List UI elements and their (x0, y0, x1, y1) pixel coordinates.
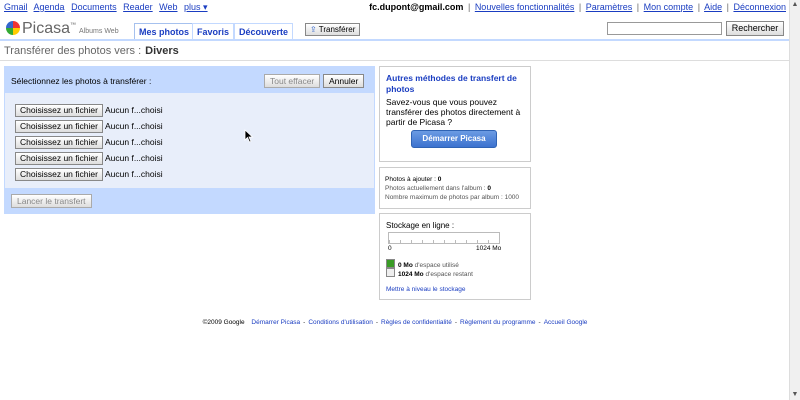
tab-favorites[interactable]: Favoris (192, 23, 235, 40)
top-nav-bar: Gmail Agenda Documents Reader Web plus ▾… (0, 0, 790, 14)
storage-free-value: 1024 Mo (398, 271, 424, 278)
footer-link-terms[interactable]: Conditions d'utilisation (308, 319, 372, 326)
separator: | (636, 2, 640, 12)
google-services-nav: Gmail Agenda Documents Reader Web plus ▾ (4, 2, 212, 13)
photos-in-album-value: 0 (487, 185, 492, 192)
file-name: Aucun f...choisi (105, 153, 163, 163)
scroll-down-arrow-icon[interactable]: ▼ (790, 390, 800, 400)
logo-subtitle: Albums Web (79, 28, 119, 35)
max-photos: Nombre maximum de photos par album : 100… (385, 193, 519, 202)
tab-underline (0, 39, 790, 41)
logo-text: Picasa (22, 20, 71, 37)
separator: - (454, 319, 457, 326)
app-header: Picasa™Albums Web Mes photos Favoris Déc… (0, 18, 790, 40)
account-nav: fc.dupont@gmail.com | Nouvelles fonction… (369, 2, 786, 12)
picasa-logo[interactable]: Picasa™Albums Web (6, 20, 119, 38)
choose-file-button[interactable]: Choisissez un fichier (15, 168, 103, 181)
choose-file-button[interactable]: Choisissez un fichier (15, 136, 103, 149)
file-name: Aucun f...choisi (105, 105, 163, 115)
link-sign-out[interactable]: Déconnexion (733, 2, 786, 12)
link-new-features[interactable]: Nouvelles fonctionnalités (475, 2, 575, 12)
nav-link-reader[interactable]: Reader (123, 2, 153, 12)
photos-to-add-value: 0 (437, 176, 442, 183)
photos-to-add-label: Photos à ajouter : (385, 176, 438, 183)
other-methods-desc: Savez-vous que vous pouvez transférer de… (386, 97, 521, 127)
upgrade-storage-link[interactable]: Mettre à niveau le stockage (386, 286, 466, 293)
copyright: ©2009 Google (202, 319, 245, 326)
storage-scale-min: 0 (388, 245, 392, 252)
footer-link-program-policies[interactable]: Règlement du programme (460, 319, 536, 326)
nav-link-agenda[interactable]: Agenda (34, 2, 65, 12)
link-settings[interactable]: Paramètres (586, 2, 633, 12)
picasa-pinwheel-icon (6, 21, 20, 35)
storage-bar-ticks (389, 240, 499, 243)
photos-to-add: Photos à ajouter : 0 (385, 175, 441, 184)
clear-all-button[interactable]: Tout effacer (264, 74, 321, 88)
nav-link-web[interactable]: Web (159, 2, 177, 12)
photos-in-album: Photos actuellement dans l'album : 0 (385, 184, 491, 193)
photo-count-box: Photos à ajouter : 0 Photos actuellement… (379, 167, 531, 209)
separator: - (538, 319, 541, 326)
file-name: Aucun f...choisi (105, 169, 163, 179)
footer: ©2009 Google Démarrer Picasa - Conditions … (0, 319, 790, 326)
nav-link-documents[interactable]: Documents (71, 2, 117, 12)
cancel-button[interactable]: Annuler (323, 74, 365, 88)
storage-scale-max: 1024 Mo (476, 245, 502, 252)
choose-file-button[interactable]: Choisissez un fichier (15, 120, 103, 133)
page-heading: Transférer des photos vers : (4, 45, 142, 57)
used-swatch (386, 259, 395, 268)
upload-icon: ⇪ (310, 25, 317, 34)
divider (0, 60, 790, 61)
search-input[interactable] (607, 22, 722, 35)
footer-link-google-home[interactable]: Accueil Google (544, 319, 588, 326)
upload-panel: Sélectionnez les photos à transférer : T… (4, 66, 375, 214)
other-methods-title: Autres méthodes de transfert de photos (386, 73, 517, 94)
separator: | (697, 2, 701, 12)
nav-link-more[interactable]: plus ▾ (184, 2, 208, 12)
photos-in-album-label: Photos actuellement dans l'album : (385, 185, 488, 192)
file-name: Aucun f...choisi (105, 121, 163, 131)
storage-usage-bar (388, 232, 500, 244)
upload-button[interactable]: ⇪ Transférer (305, 23, 361, 36)
nav-link-gmail[interactable]: Gmail (4, 2, 28, 12)
storage-free-text: d'espace restant (423, 271, 473, 278)
choose-file-button[interactable]: Choisissez un fichier (15, 152, 103, 165)
separator: - (303, 319, 306, 326)
separator: - (375, 319, 378, 326)
logo-trademark: ™ (70, 22, 77, 29)
footer-link-privacy[interactable]: Règles de confidentialité (381, 319, 452, 326)
file-name: Aucun f...choisi (105, 137, 163, 147)
album-name: Divers (145, 45, 179, 57)
upload-panel-footer: Lancer le transfert (5, 188, 374, 213)
start-picasa-button[interactable]: Démarrer Picasa (411, 130, 497, 148)
vertical-scrollbar[interactable]: ▲ ▼ (789, 0, 800, 400)
separator: | (726, 2, 729, 12)
max-photos-value: 1000 (504, 194, 520, 201)
footer-link-start-picasa[interactable]: Démarrer Picasa (251, 319, 300, 326)
separator: | (467, 2, 471, 12)
tab-my-photos[interactable]: Mes photos (134, 23, 195, 40)
storage-box: Stockage en ligne : 0 1024 Mo 0 Mo d'esp… (379, 213, 531, 300)
other-upload-methods-box: Autres méthodes de transfert de photos S… (379, 66, 531, 162)
link-help[interactable]: Aide (704, 2, 722, 12)
mouse-cursor-icon (244, 129, 254, 143)
page-title: Transférer des photos vers : Divers (4, 45, 179, 57)
search-button[interactable]: Rechercher (726, 21, 784, 36)
tab-discover[interactable]: Découverte (234, 23, 294, 40)
storage-title: Stockage en ligne : (386, 221, 455, 230)
select-photos-label: Sélectionnez les photos à transférer : (11, 76, 152, 86)
start-upload-button[interactable]: Lancer le transfert (11, 194, 92, 208)
link-my-account[interactable]: Mon compte (644, 2, 694, 12)
scroll-up-arrow-icon[interactable]: ▲ (790, 0, 800, 10)
storage-free-legend: 1024 Mo d'espace restant (386, 268, 473, 278)
upload-panel-header: Sélectionnez les photos à transférer : T… (5, 67, 374, 93)
choose-file-button[interactable]: Choisissez un fichier (15, 104, 103, 117)
upload-button-label: Transférer (318, 25, 356, 34)
separator: | (578, 2, 582, 12)
user-email: fc.dupont@gmail.com (369, 2, 464, 12)
free-swatch (386, 268, 395, 277)
max-photos-label: Nombre maximum de photos par album : (385, 194, 505, 201)
